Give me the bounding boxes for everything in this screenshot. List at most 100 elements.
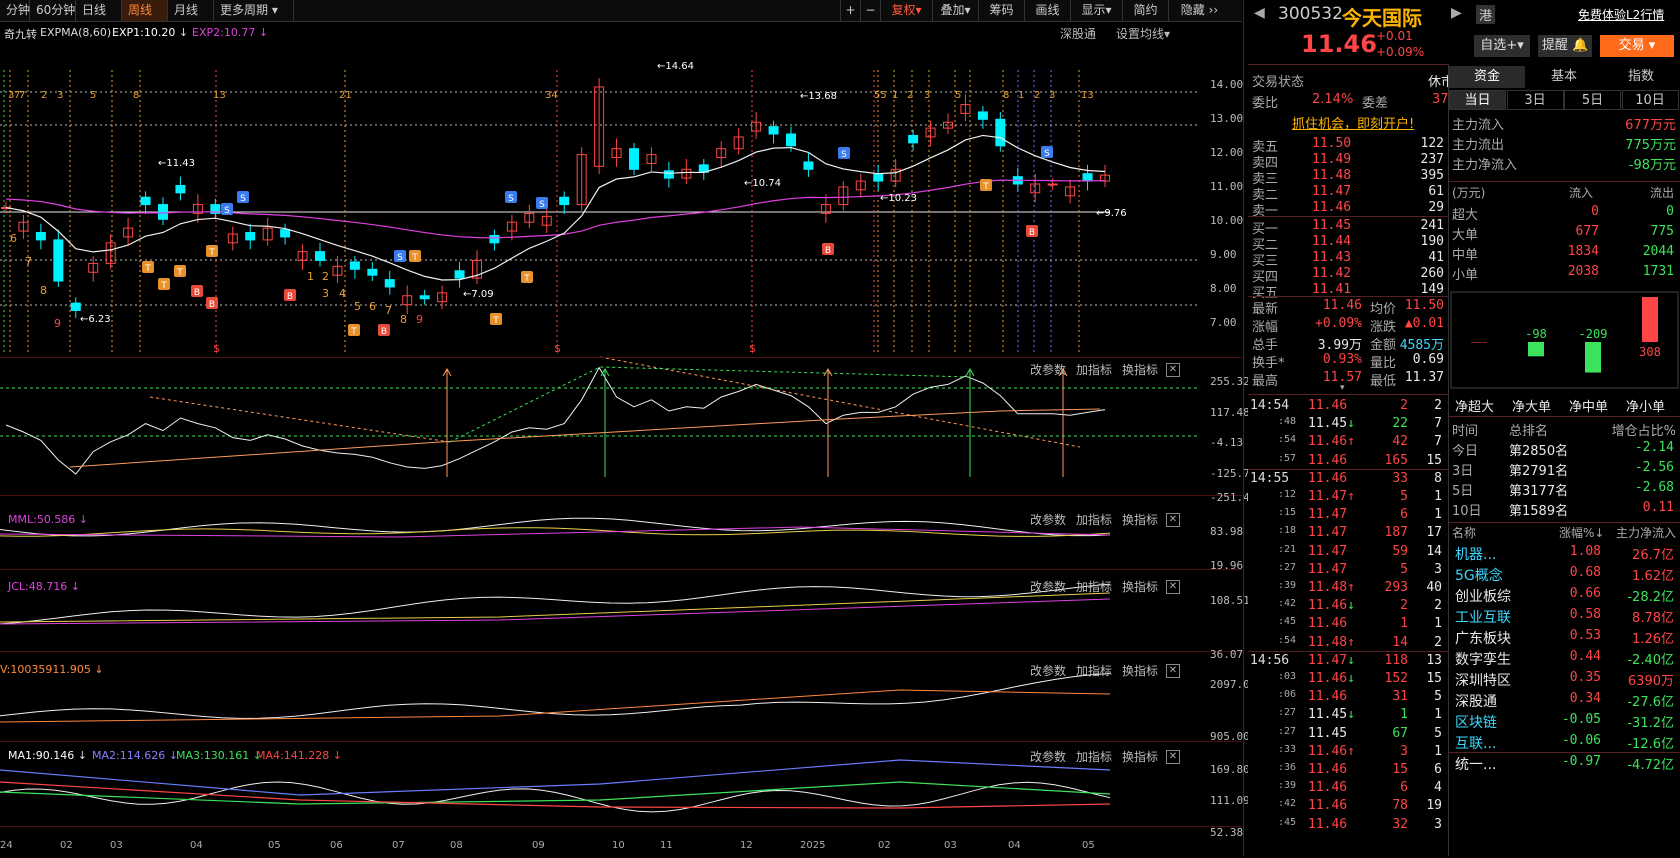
candlestick-chart[interactable]: 3 77 2 3 5 8 13 21 34 55 1 2 3 5 8 1 2 3 13SS SSSS STTTTTTTT… [0,22,1242,858]
tab-fund-0[interactable]: 资金 [1449,66,1525,88]
params-button[interactable]: 改参数 [1030,511,1066,528]
params-button[interactable]: 改参数 [1030,748,1066,765]
ask-price[interactable]: 11.48 [1312,168,1351,183]
sector-name[interactable]: 区块链 [1455,712,1497,732]
bid-price[interactable]: 11.45 [1312,218,1351,233]
more-periods-dropdown[interactable]: 更多周期 ▾ [214,0,294,21]
params-button[interactable]: 改参数 [1030,361,1066,378]
sector-name[interactable]: 深圳特区 [1455,670,1511,690]
add-indicator-button[interactable]: 加指标 [1076,748,1112,765]
alert-button[interactable]: 提醒 🔔 [1538,35,1592,57]
signal-badge-B: B [822,243,834,256]
tab-fund-1[interactable]: 基本 [1526,66,1602,88]
sector-name[interactable]: 统一... [1455,754,1496,774]
count-number: 8 [1003,90,1009,101]
divider [1248,468,1448,470]
open-account-link[interactable]: 抓住机会，即刻开户! [1292,113,1414,132]
sector-name[interactable]: 创业板综 [1455,586,1511,606]
tick-price: 11.46 [1308,689,1347,704]
chips-button[interactable]: 筹码 [978,0,1024,21]
hide-button[interactable]: 隐藏 ›› [1168,0,1230,21]
switch-indicator-button[interactable]: 换指标 [1122,361,1158,378]
switch-indicator-button[interactable]: 换指标 [1122,578,1158,595]
tab-fund-2[interactable]: 指数 [1603,66,1679,88]
adjust-button[interactable]: 复权▾ [880,0,932,21]
bid-price[interactable]: 11.43 [1312,250,1351,265]
add-indicator-button[interactable]: 加指标 [1076,361,1112,378]
bid-volume: 190 [1420,234,1444,249]
bid-price[interactable]: 11.44 [1312,234,1351,249]
bid-price[interactable]: 11.41 [1312,282,1351,297]
expand-icon[interactable]: ▾ [1340,383,1345,393]
zoom-out-button[interactable]: − [860,0,880,21]
ask-price[interactable]: 11.50 [1312,136,1351,151]
current-price: 11.46 [1301,30,1377,58]
bid-price[interactable]: 11.42 [1312,266,1351,281]
tick-time: :42 [1278,798,1297,810]
trade-label: 交易 [1618,38,1645,53]
params-button[interactable]: 改参数 [1030,662,1066,679]
sector-name[interactable]: 深股通 [1455,691,1497,711]
tab-period-range-0[interactable]: 当日 [1449,90,1506,110]
tick-price: 11.46↓ [1308,598,1355,613]
next-stock-icon[interactable]: ▶ [1451,5,1462,21]
tick-volume: 14 [1392,634,1408,650]
add-indicator-button[interactable]: 加指标 [1076,662,1112,679]
candle [53,239,64,282]
tick-price: 11.46↓ [1308,671,1355,686]
sector-name[interactable]: 5G概念 [1455,565,1503,585]
tick-volume: 22 [1392,416,1408,432]
close-icon[interactable]: ✕ [1166,513,1180,527]
switch-indicator-button[interactable]: 换指标 [1122,748,1158,765]
sector-name[interactable]: 工业互联 [1455,607,1511,627]
add-indicator-button[interactable]: 加指标 [1076,511,1112,528]
add-watch-button[interactable]: 自选+▾ [1474,35,1530,57]
sector-change: 0.44 [1569,649,1601,664]
flow-value: 775万元 [1625,138,1676,153]
ask-price[interactable]: 11.49 [1312,152,1351,167]
close-icon[interactable]: ✕ [1166,580,1180,594]
hk-tag[interactable]: 港 [1476,5,1496,24]
tab-period-60min[interactable]: 60分钟 [30,0,76,21]
simple-button[interactable]: 简约 [1122,0,1168,21]
tick-price-text: 11.45 [1308,707,1348,723]
ask-price[interactable]: 11.47 [1312,184,1351,199]
sector-name[interactable]: 机器... [1455,544,1496,564]
tick-time: :12 [1278,489,1297,500]
tab-period-range-3[interactable]: 10日 [1621,90,1679,110]
display-button[interactable]: 显示▾ [1070,0,1122,21]
price-change: +0.01 [1376,29,1413,43]
switch-indicator-button[interactable]: 换指标 [1122,662,1158,679]
tab-period-day[interactable]: 日线 [76,0,122,21]
tick-price-text: 11.46 [1308,689,1348,705]
sector-flow: 26.7亿 [1632,548,1674,563]
l2-promo-link[interactable]: 免费体验L2行情 [1578,6,1664,23]
switch-indicator-button[interactable]: 换指标 [1122,511,1158,528]
tick-count: 2 [1434,398,1442,413]
trade-button[interactable]: 交易 ▾ [1600,35,1674,57]
draw-button[interactable]: 画线 [1024,0,1070,21]
tab-period-range-2[interactable]: 5日 [1564,90,1621,110]
prev-stock-icon[interactable]: ◀ [1254,5,1265,21]
sector-name[interactable]: 数字孪生 [1455,649,1511,669]
tab-period-month[interactable]: 月线 [168,0,214,21]
close-icon[interactable]: ✕ [1166,363,1180,377]
weibi-label: 委比 [1252,96,1279,111]
overlay-button[interactable]: 叠加▾ [932,0,978,21]
ask-price[interactable]: 11.46 [1312,200,1351,215]
zoom-in-button[interactable]: + [840,0,860,21]
panel-axis-label: 36.07 [1210,648,1244,661]
hide-label: 隐藏 [1180,3,1205,17]
quote-value: 11.57 [1322,370,1362,385]
signal-badge-T: T [174,265,186,278]
sector-name[interactable]: 互联... [1455,733,1496,753]
close-icon[interactable]: ✕ [1166,750,1180,764]
params-button[interactable]: 改参数 [1030,578,1066,595]
sector-name[interactable]: 广东板块 [1455,628,1511,648]
tick-volume: 59 [1392,543,1408,559]
tab-period-week[interactable]: 周线 [122,0,168,21]
tab-period-1[interactable]: 分钟 [0,0,30,21]
close-icon[interactable]: ✕ [1166,664,1180,678]
tab-period-range-1[interactable]: 3日 [1506,90,1564,110]
add-indicator-button[interactable]: 加指标 [1076,578,1112,595]
